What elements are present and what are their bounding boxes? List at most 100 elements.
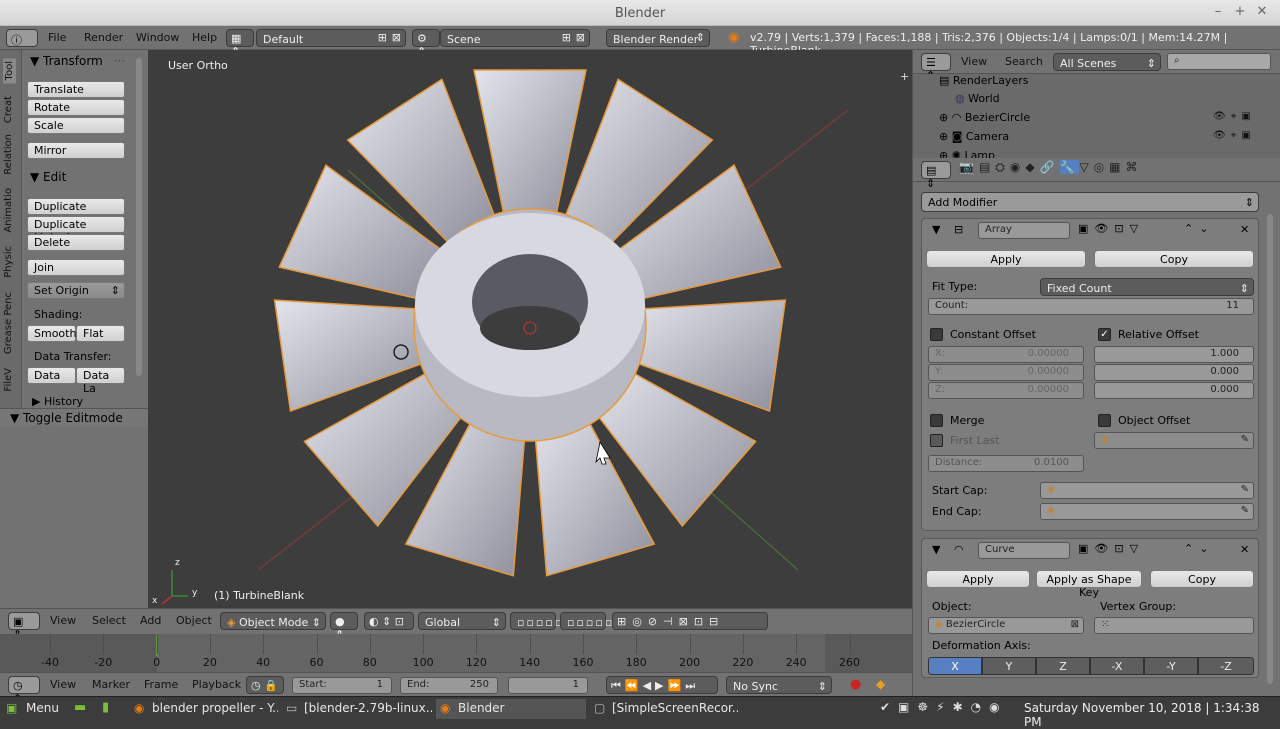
relative-z-field[interactable]: 0.000 bbox=[1094, 382, 1254, 399]
merge-distance-field[interactable]: Distance: 0.0100 bbox=[928, 455, 1084, 472]
minimize-button[interactable]: – bbox=[1210, 4, 1226, 20]
curve-name-field[interactable]: Curve bbox=[978, 542, 1070, 559]
join-button[interactable]: Join bbox=[27, 259, 125, 276]
pivot-manipulator-icons[interactable]: ◐ ⇕ ⊡ bbox=[364, 612, 414, 630]
eyedropper-icon[interactable]: ✎ bbox=[1241, 434, 1249, 445]
clock[interactable]: Saturday November 10, 2018 | 1:34:38 PM bbox=[1024, 701, 1280, 729]
first-last-checkbox[interactable] bbox=[930, 434, 943, 447]
3d-viewport[interactable]: User Ortho (1) TurbineBlank z y x + bbox=[148, 50, 912, 608]
menu-file[interactable]: File bbox=[48, 31, 66, 44]
menu-view[interactable]: View bbox=[50, 614, 76, 627]
screen-layout-dropdown[interactable]: Default ⊞ ⊠ bbox=[256, 29, 406, 47]
add-modifier-dropdown[interactable]: Add Modifier ⇕ bbox=[921, 192, 1259, 212]
menu-timeline-view[interactable]: View bbox=[50, 678, 76, 691]
add-scene-icon[interactable]: ⊞ bbox=[562, 31, 571, 44]
task-browser[interactable]: ◉ blender propeller - Y... bbox=[130, 699, 278, 719]
shading-mode-icon[interactable]: ● ⇕ bbox=[330, 612, 358, 641]
visibility-icons-camera[interactable]: 👁⌖▣ bbox=[1213, 130, 1256, 141]
curve-copy-button[interactable]: Copy bbox=[1150, 570, 1254, 588]
apply-as-shape-key-button[interactable]: Apply as Shape Key bbox=[1036, 570, 1142, 599]
array-name-field[interactable]: Array bbox=[978, 222, 1070, 239]
start-menu-button[interactable]: ▣ Menu bbox=[2, 699, 68, 719]
menu-frame[interactable]: Frame bbox=[144, 678, 178, 691]
menu-outliner-view[interactable]: View bbox=[961, 55, 987, 68]
tab-create[interactable]: Creat bbox=[3, 96, 14, 123]
axis-neg-y-button[interactable]: -Y bbox=[1144, 657, 1198, 675]
start-frame-field[interactable]: Start: 1 bbox=[292, 677, 392, 694]
collapse-array-icon[interactable]: ▼ bbox=[932, 223, 940, 236]
transform-panel-header[interactable]: ▼ Transform bbox=[30, 54, 103, 68]
smooth-button[interactable]: Smooth bbox=[27, 325, 76, 342]
tool-shelf-scrollbar[interactable] bbox=[136, 58, 142, 376]
collapse-curve-icon[interactable]: ▼ bbox=[932, 543, 940, 556]
count-field[interactable]: Count: 11 bbox=[928, 298, 1254, 315]
menu-window[interactable]: Window bbox=[136, 31, 179, 44]
remove-icon[interactable]: ⊠ bbox=[392, 31, 401, 44]
sync-dropdown[interactable]: No Sync ⇕ bbox=[726, 676, 832, 694]
array-apply-button[interactable]: Apply bbox=[926, 250, 1086, 268]
curve-delete-icon[interactable]: ✕ bbox=[1240, 543, 1249, 556]
outliner-search-input[interactable]: ⌕ bbox=[1167, 53, 1271, 70]
axis-z-button[interactable]: Z bbox=[1036, 657, 1090, 675]
tab-relations[interactable]: Relation bbox=[3, 134, 14, 175]
record-icon[interactable]: ● bbox=[850, 677, 861, 692]
constant-y-field[interactable]: Y: 0.00000 bbox=[928, 364, 1084, 381]
outliner-item-world[interactable]: ◍ World bbox=[955, 92, 1000, 105]
array-visibility-icons[interactable]: ▣👁⊡▽ bbox=[1078, 222, 1144, 235]
scene-dropdown[interactable]: Scene ⊞ ⊠ bbox=[440, 29, 590, 47]
add-icon[interactable]: ⊞ bbox=[378, 31, 387, 44]
relative-y-field[interactable]: 0.000 bbox=[1094, 364, 1254, 381]
remove-scene-icon[interactable]: ⊠ bbox=[576, 31, 585, 44]
relative-offset-checkbox[interactable]: ✓ bbox=[1098, 328, 1111, 341]
properties-context-tabs[interactable]: 📷▤⛭◉◆🔗🔧▽◎▦⌘ bbox=[959, 160, 1143, 175]
menu-select[interactable]: Select bbox=[92, 614, 126, 627]
end-cap-eyedropper-icon[interactable]: ✎ bbox=[1241, 505, 1249, 516]
task-file-manager[interactable]: ▭ [blender-2.79b-linux... bbox=[282, 699, 432, 719]
duplicate-button[interactable]: Duplicate bbox=[27, 198, 125, 215]
menu-add[interactable]: Add bbox=[140, 614, 161, 627]
task-blender[interactable]: ◉ Blender bbox=[436, 699, 586, 719]
delete-button[interactable]: Delete bbox=[27, 234, 125, 251]
fit-type-dropdown[interactable]: Fixed Count ⇕ bbox=[1040, 278, 1254, 296]
keyframe-icon[interactable]: ◆ bbox=[876, 677, 885, 691]
duplicate-linked-button[interactable]: Duplicate Linked bbox=[27, 216, 125, 244]
tab-tool[interactable]: Tool bbox=[3, 58, 16, 84]
array-copy-button[interactable]: Copy bbox=[1094, 250, 1254, 268]
visibility-icons-curve[interactable]: 👁⌖▣ bbox=[1213, 111, 1256, 122]
files-launcher-icon[interactable]: ▮ bbox=[102, 700, 109, 715]
constant-x-field[interactable]: X: 0.00000 bbox=[928, 346, 1084, 363]
tab-file-view[interactable]: FileV bbox=[3, 368, 14, 392]
menu-help[interactable]: Help bbox=[192, 31, 217, 44]
playback-controls[interactable]: ⏮⏪◀▶⏩⏭ bbox=[606, 676, 718, 694]
maximize-button[interactable]: + bbox=[1232, 4, 1248, 20]
constant-z-field[interactable]: Z: 0.00000 bbox=[928, 382, 1084, 399]
timeline[interactable]: -40 -20 0 20 40 60 80 100 120 140 160 180 200 220 240 2… bbox=[0, 634, 912, 672]
editor-type-3d-icon[interactable]: ▣ ⇕ bbox=[8, 612, 40, 641]
viewport-plus-icon[interactable]: + bbox=[900, 70, 909, 83]
end-frame-field[interactable]: End: 250 bbox=[400, 677, 498, 694]
scale-button[interactable]: Scale bbox=[27, 117, 125, 134]
clear-object-icon[interactable]: ⊠ bbox=[1071, 619, 1079, 630]
offset-object-field[interactable]: ◈ ✎ bbox=[1094, 432, 1254, 449]
mode-dropdown[interactable]: ◈ Object Mode ⇕ bbox=[220, 612, 326, 630]
terminal-launcher-icon[interactable]: ▬ bbox=[74, 700, 86, 715]
end-cap-field[interactable]: ◈ ✎ bbox=[1040, 503, 1254, 520]
relative-x-field[interactable]: 1.000 bbox=[1094, 346, 1254, 363]
mirror-button[interactable]: Mirror bbox=[27, 142, 125, 159]
start-cap-eyedropper-icon[interactable]: ✎ bbox=[1241, 484, 1249, 495]
editor-type-outliner-icon[interactable]: ☰ ⇕ bbox=[921, 53, 951, 82]
constant-offset-checkbox[interactable] bbox=[930, 328, 943, 341]
auto-keying-icons[interactable]: ◷ 🔒 bbox=[246, 676, 284, 694]
scene-icon[interactable]: ⚙ ⇕ bbox=[412, 29, 440, 58]
curve-object-field[interactable]: ◈ BezierCircle ⊠ bbox=[928, 617, 1084, 634]
layout-grid-icon[interactable]: ▦ ⇕ bbox=[226, 29, 254, 58]
menu-render[interactable]: Render bbox=[84, 31, 123, 44]
orientation-dropdown[interactable]: Global ⇕ bbox=[418, 612, 506, 630]
outliner-item-camera[interactable]: ⊕ ◙ Camera bbox=[939, 130, 1009, 143]
axis-neg-z-button[interactable]: -Z bbox=[1198, 657, 1254, 675]
render-engine-dropdown[interactable]: Blender Render ⇕ bbox=[606, 29, 710, 47]
data-button[interactable]: Data bbox=[27, 367, 76, 384]
current-frame-field[interactable]: 1 bbox=[508, 677, 588, 694]
toggle-editmode-panel[interactable]: ▼ Toggle Editmode bbox=[0, 408, 148, 426]
translate-button[interactable]: Translate bbox=[27, 81, 125, 98]
